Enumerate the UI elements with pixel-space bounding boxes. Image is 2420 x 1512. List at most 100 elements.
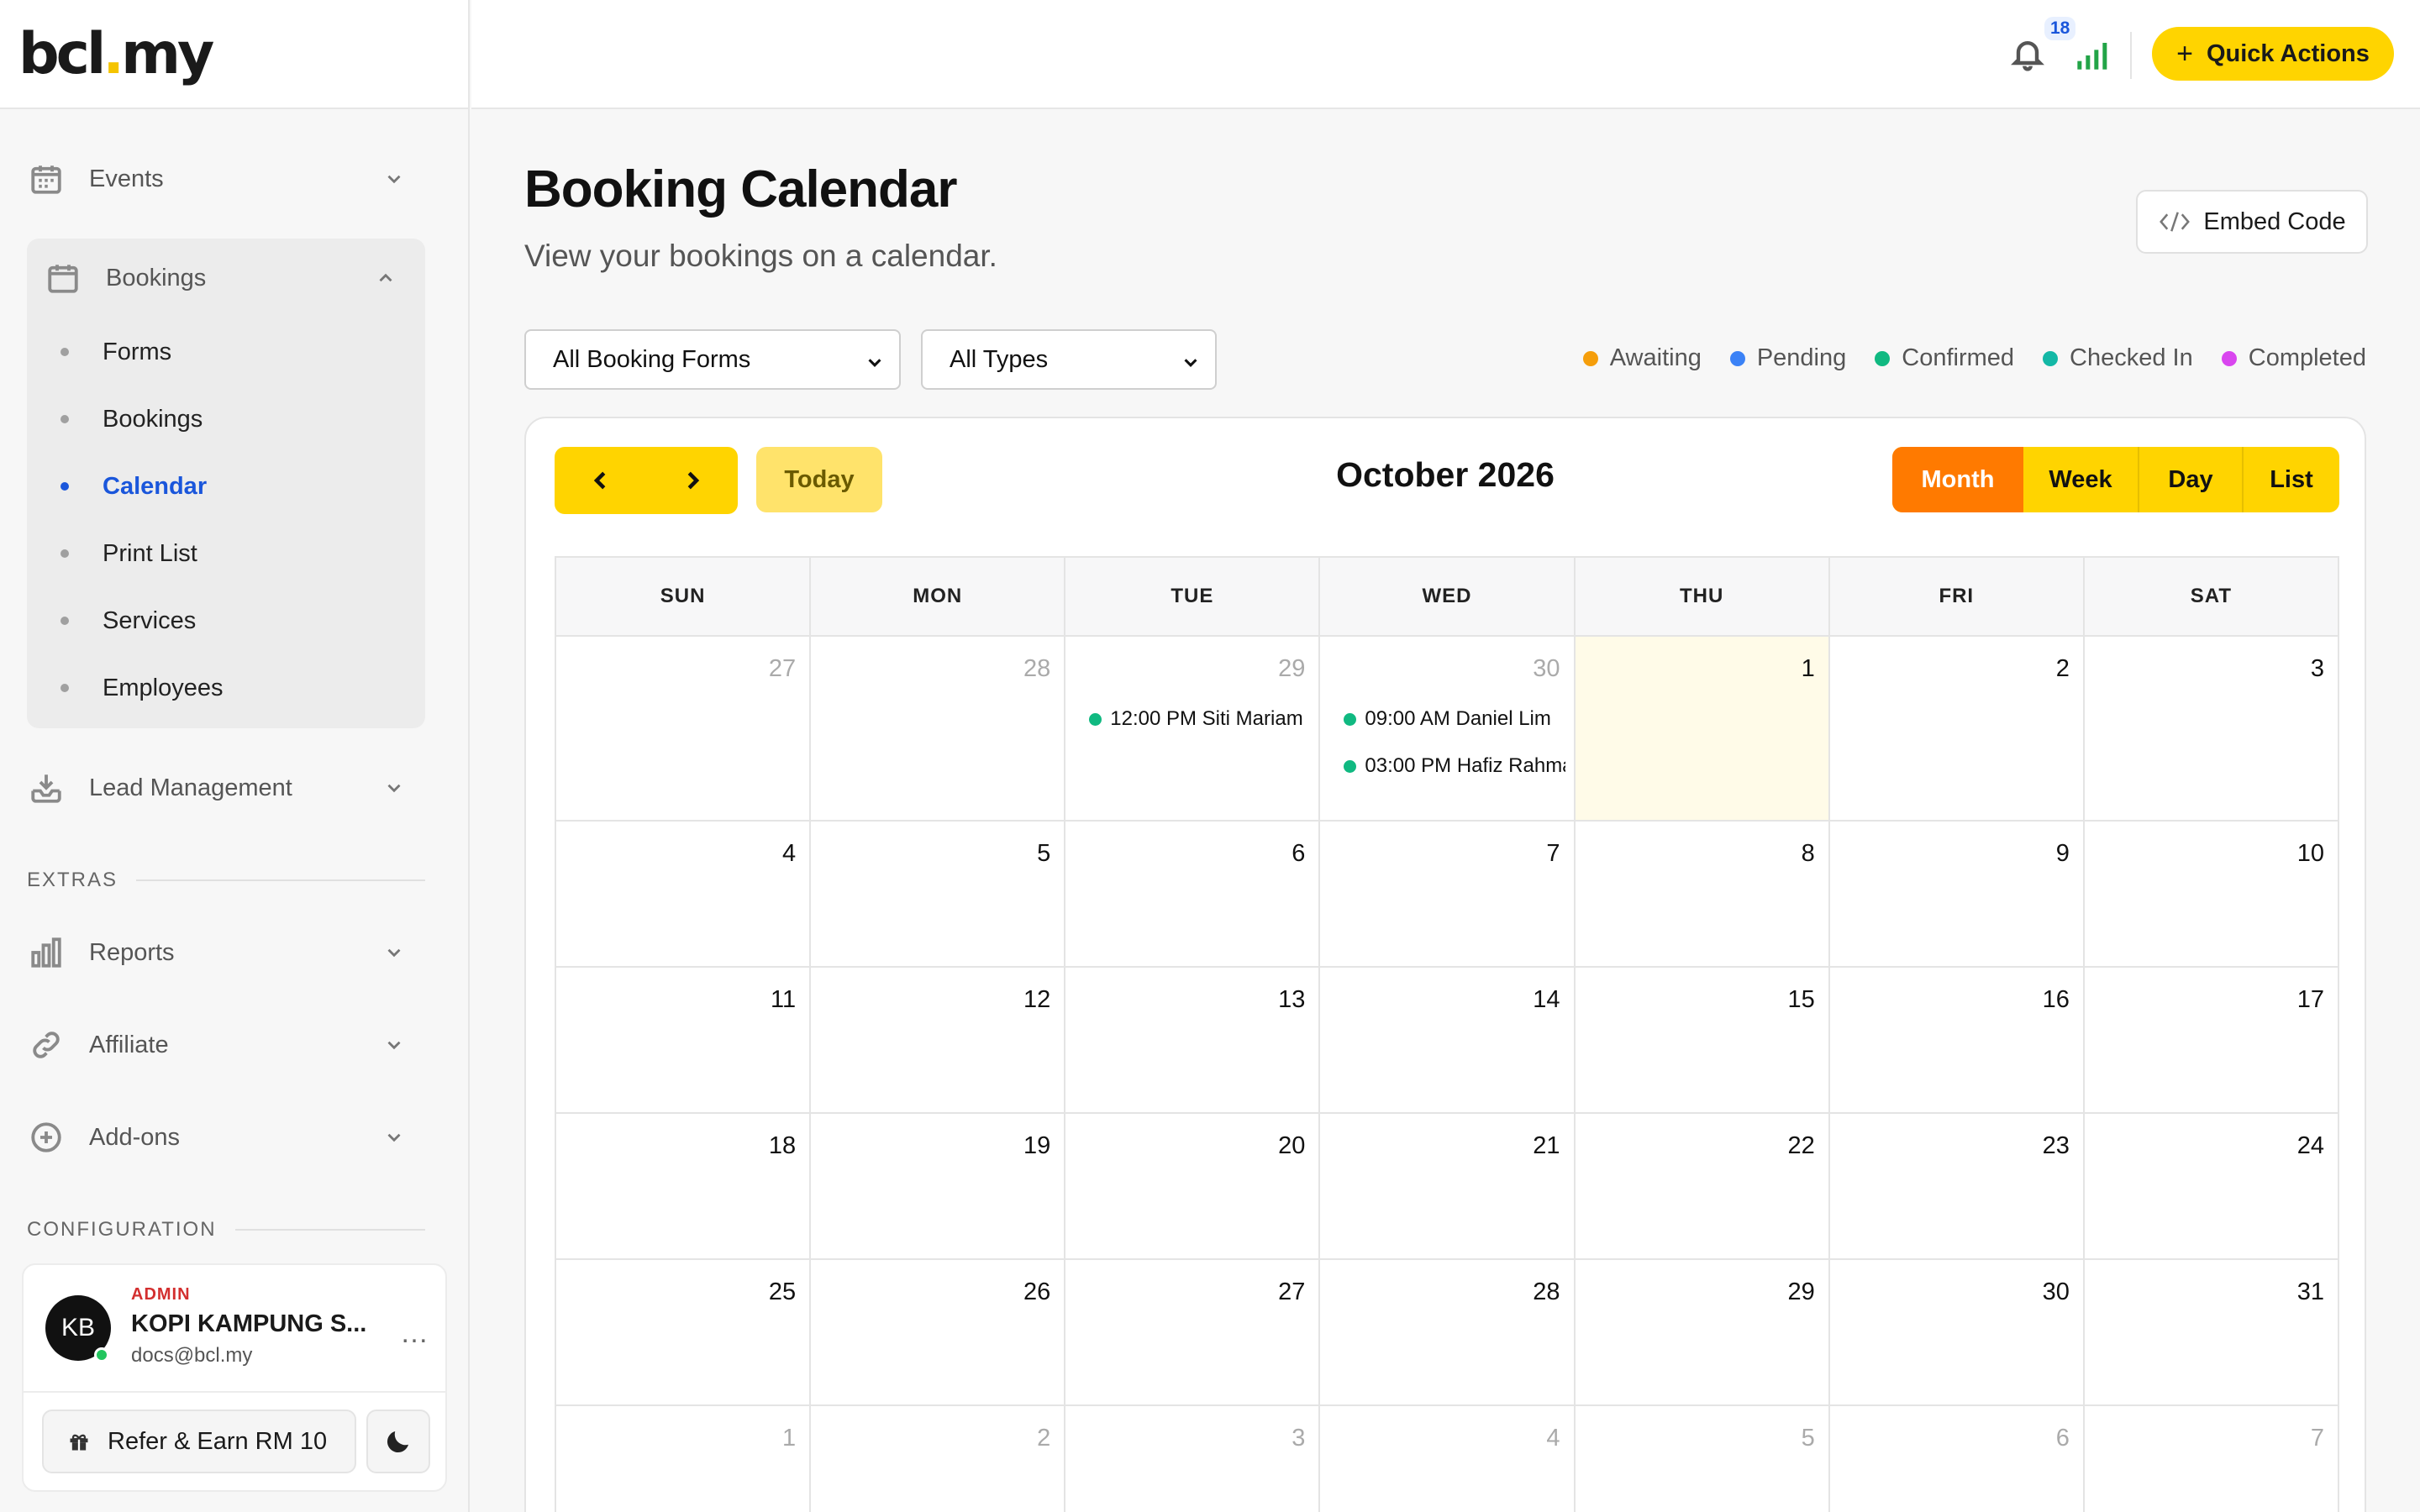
day-cell[interactable]: 31 bbox=[2084, 1260, 2339, 1406]
day-cell[interactable]: 4 bbox=[1320, 1406, 1576, 1512]
next-month-button[interactable] bbox=[646, 447, 738, 514]
sidebar-subitem-services[interactable]: Services bbox=[60, 600, 196, 642]
day-cell[interactable]: 7 bbox=[2085, 1406, 2339, 1512]
sidebar-subitem-employees[interactable]: Employees bbox=[60, 667, 223, 709]
booking-type-select[interactable]: All Types bbox=[921, 329, 1217, 390]
booking-event[interactable]: 09:00 AM Daniel Lim bbox=[1344, 704, 1565, 734]
day-number: 27 bbox=[768, 655, 797, 682]
day-cell[interactable]: 5 bbox=[1576, 1406, 1830, 1512]
moon-icon bbox=[387, 1431, 408, 1453]
sidebar-subitem-bookings[interactable]: Bookings bbox=[60, 398, 203, 440]
legend-label: Completed bbox=[2248, 344, 2366, 371]
day-cell[interactable]: 20 bbox=[1065, 1114, 1321, 1260]
day-cell[interactable]: 4 bbox=[556, 822, 812, 968]
day-cell[interactable]: 13 bbox=[1065, 968, 1321, 1114]
day-cell[interactable]: 3 bbox=[2084, 637, 2339, 822]
view-month-button[interactable]: Month bbox=[1892, 447, 2023, 512]
status-dot-icon bbox=[2221, 350, 2237, 366]
more-options-icon[interactable]: … bbox=[400, 1317, 430, 1350]
day-cell[interactable]: 14 bbox=[1320, 968, 1576, 1114]
sidebar-item-affiliate[interactable]: Affiliate bbox=[27, 1016, 422, 1074]
sidebar-subitem-calendar[interactable]: Calendar bbox=[60, 465, 207, 507]
day-number: 16 bbox=[2042, 986, 2070, 1013]
day-cell[interactable]: 26 bbox=[811, 1260, 1066, 1406]
day-cell[interactable]: 29 bbox=[1575, 1260, 1830, 1406]
day-cell[interactable]: 6 bbox=[1830, 1406, 2085, 1512]
sidebar-item-bookings[interactable]: Bookings bbox=[44, 249, 413, 307]
sidebar-item-add-ons[interactable]: Add-ons bbox=[27, 1108, 422, 1167]
day-cell[interactable]: 11 bbox=[556, 968, 812, 1114]
today-button[interactable]: Today bbox=[756, 447, 882, 512]
view-list-button[interactable]: List bbox=[2244, 447, 2339, 512]
day-cell[interactable]: 23 bbox=[1829, 1114, 2085, 1260]
day-number: 24 bbox=[2296, 1132, 2324, 1159]
day-number: 30 bbox=[2042, 1278, 2070, 1305]
booking-event[interactable]: 03:00 PM Hafiz Rahman bbox=[1344, 751, 1565, 781]
sidebar-item-reports[interactable]: Reports bbox=[27, 923, 422, 982]
logo[interactable]: bcl.my bbox=[18, 21, 214, 87]
day-number: 27 bbox=[1278, 1278, 1306, 1305]
view-day-button[interactable]: Day bbox=[2139, 447, 2244, 512]
booking-form-select[interactable]: All Booking Forms bbox=[524, 329, 901, 390]
day-number: 28 bbox=[1023, 655, 1051, 682]
chevron-down-icon bbox=[865, 351, 884, 379]
day-cell[interactable]: 19 bbox=[811, 1114, 1066, 1260]
embed-code-button[interactable]: Embed Code bbox=[2136, 190, 2368, 254]
day-cell[interactable]: 5 bbox=[811, 822, 1066, 968]
day-cell[interactable]: 28 bbox=[811, 637, 1066, 822]
refer-earn-button[interactable]: Refer & Earn RM 10 bbox=[42, 1410, 356, 1473]
booking-event[interactable]: 12:00 PM Siti Mariam bbox=[1089, 704, 1310, 734]
day-cell-today[interactable]: 1 bbox=[1575, 637, 1830, 822]
chevron-down-icon bbox=[1181, 351, 1200, 379]
quick-actions-button[interactable]: + Quick Actions bbox=[2152, 27, 2394, 81]
sidebar-item-lead-management[interactable]: Lead Management bbox=[27, 759, 422, 817]
status-dot-icon bbox=[1582, 350, 1598, 366]
dark-mode-toggle[interactable] bbox=[366, 1410, 430, 1473]
day-cell[interactable]: 17 bbox=[2084, 968, 2339, 1114]
day-number: 23 bbox=[2042, 1132, 2070, 1159]
day-cell[interactable]: 7 bbox=[1320, 822, 1576, 968]
day-number: 2 bbox=[1037, 1425, 1051, 1452]
day-cell[interactable]: 2 bbox=[811, 1406, 1066, 1512]
day-cell[interactable]: 10 bbox=[2084, 822, 2339, 968]
day-cell[interactable]: 2 bbox=[1829, 637, 2085, 822]
day-number: 8 bbox=[1801, 840, 1815, 867]
day-cell[interactable]: 16 bbox=[1829, 968, 2085, 1114]
status-dot-icon bbox=[1344, 759, 1357, 773]
chevron-down-icon bbox=[383, 168, 405, 197]
user-role: ADMIN bbox=[131, 1285, 191, 1304]
day-number: 6 bbox=[2055, 1425, 2070, 1452]
sidebar-item-events[interactable]: Events bbox=[27, 150, 422, 208]
day-cell[interactable]: 27 bbox=[1065, 1260, 1321, 1406]
day-cell[interactable]: 29 12:00 PM Siti Mariam bbox=[1065, 637, 1321, 822]
legend-item: Checked In bbox=[2043, 344, 2193, 372]
day-cell[interactable]: 12 bbox=[811, 968, 1066, 1114]
day-cell[interactable]: 21 bbox=[1320, 1114, 1576, 1260]
day-cell[interactable]: 18 bbox=[556, 1114, 812, 1260]
bell-icon[interactable] bbox=[2009, 35, 2049, 76]
sidebar-item-label: Affiliate bbox=[89, 1031, 169, 1058]
weekday-header: SAT bbox=[2084, 558, 2339, 637]
view-week-button[interactable]: Week bbox=[2023, 447, 2139, 512]
day-cell[interactable]: 28 bbox=[1320, 1260, 1576, 1406]
day-cell[interactable]: 9 bbox=[1829, 822, 2085, 968]
day-cell[interactable]: 25 bbox=[556, 1260, 812, 1406]
week-row: 25 26 27 28 29 30 31 bbox=[556, 1260, 2339, 1406]
calendar-nav-group bbox=[555, 447, 738, 514]
day-cell[interactable]: 30 09:00 AM Daniel Lim 03:00 PM Hafiz Rahm… bbox=[1320, 637, 1576, 822]
day-cell[interactable]: 1 bbox=[556, 1406, 812, 1512]
legend-item: Completed bbox=[2221, 344, 2366, 372]
day-number: 6 bbox=[1292, 840, 1306, 867]
day-cell[interactable]: 3 bbox=[1065, 1406, 1321, 1512]
prev-month-button[interactable] bbox=[555, 447, 646, 514]
day-cell[interactable]: 22 bbox=[1575, 1114, 1830, 1260]
day-cell[interactable]: 30 bbox=[1829, 1260, 2085, 1406]
sidebar-subitem-print-list[interactable]: Print List bbox=[60, 533, 197, 575]
day-cell[interactable]: 24 bbox=[2084, 1114, 2339, 1260]
day-cell[interactable]: 15 bbox=[1575, 968, 1830, 1114]
day-cell[interactable]: 27 bbox=[556, 637, 812, 822]
sidebar-subitem-forms[interactable]: Forms bbox=[60, 331, 171, 373]
day-cell[interactable]: 8 bbox=[1575, 822, 1830, 968]
day-cell[interactable]: 6 bbox=[1065, 822, 1321, 968]
day-number: 12 bbox=[1023, 986, 1051, 1013]
